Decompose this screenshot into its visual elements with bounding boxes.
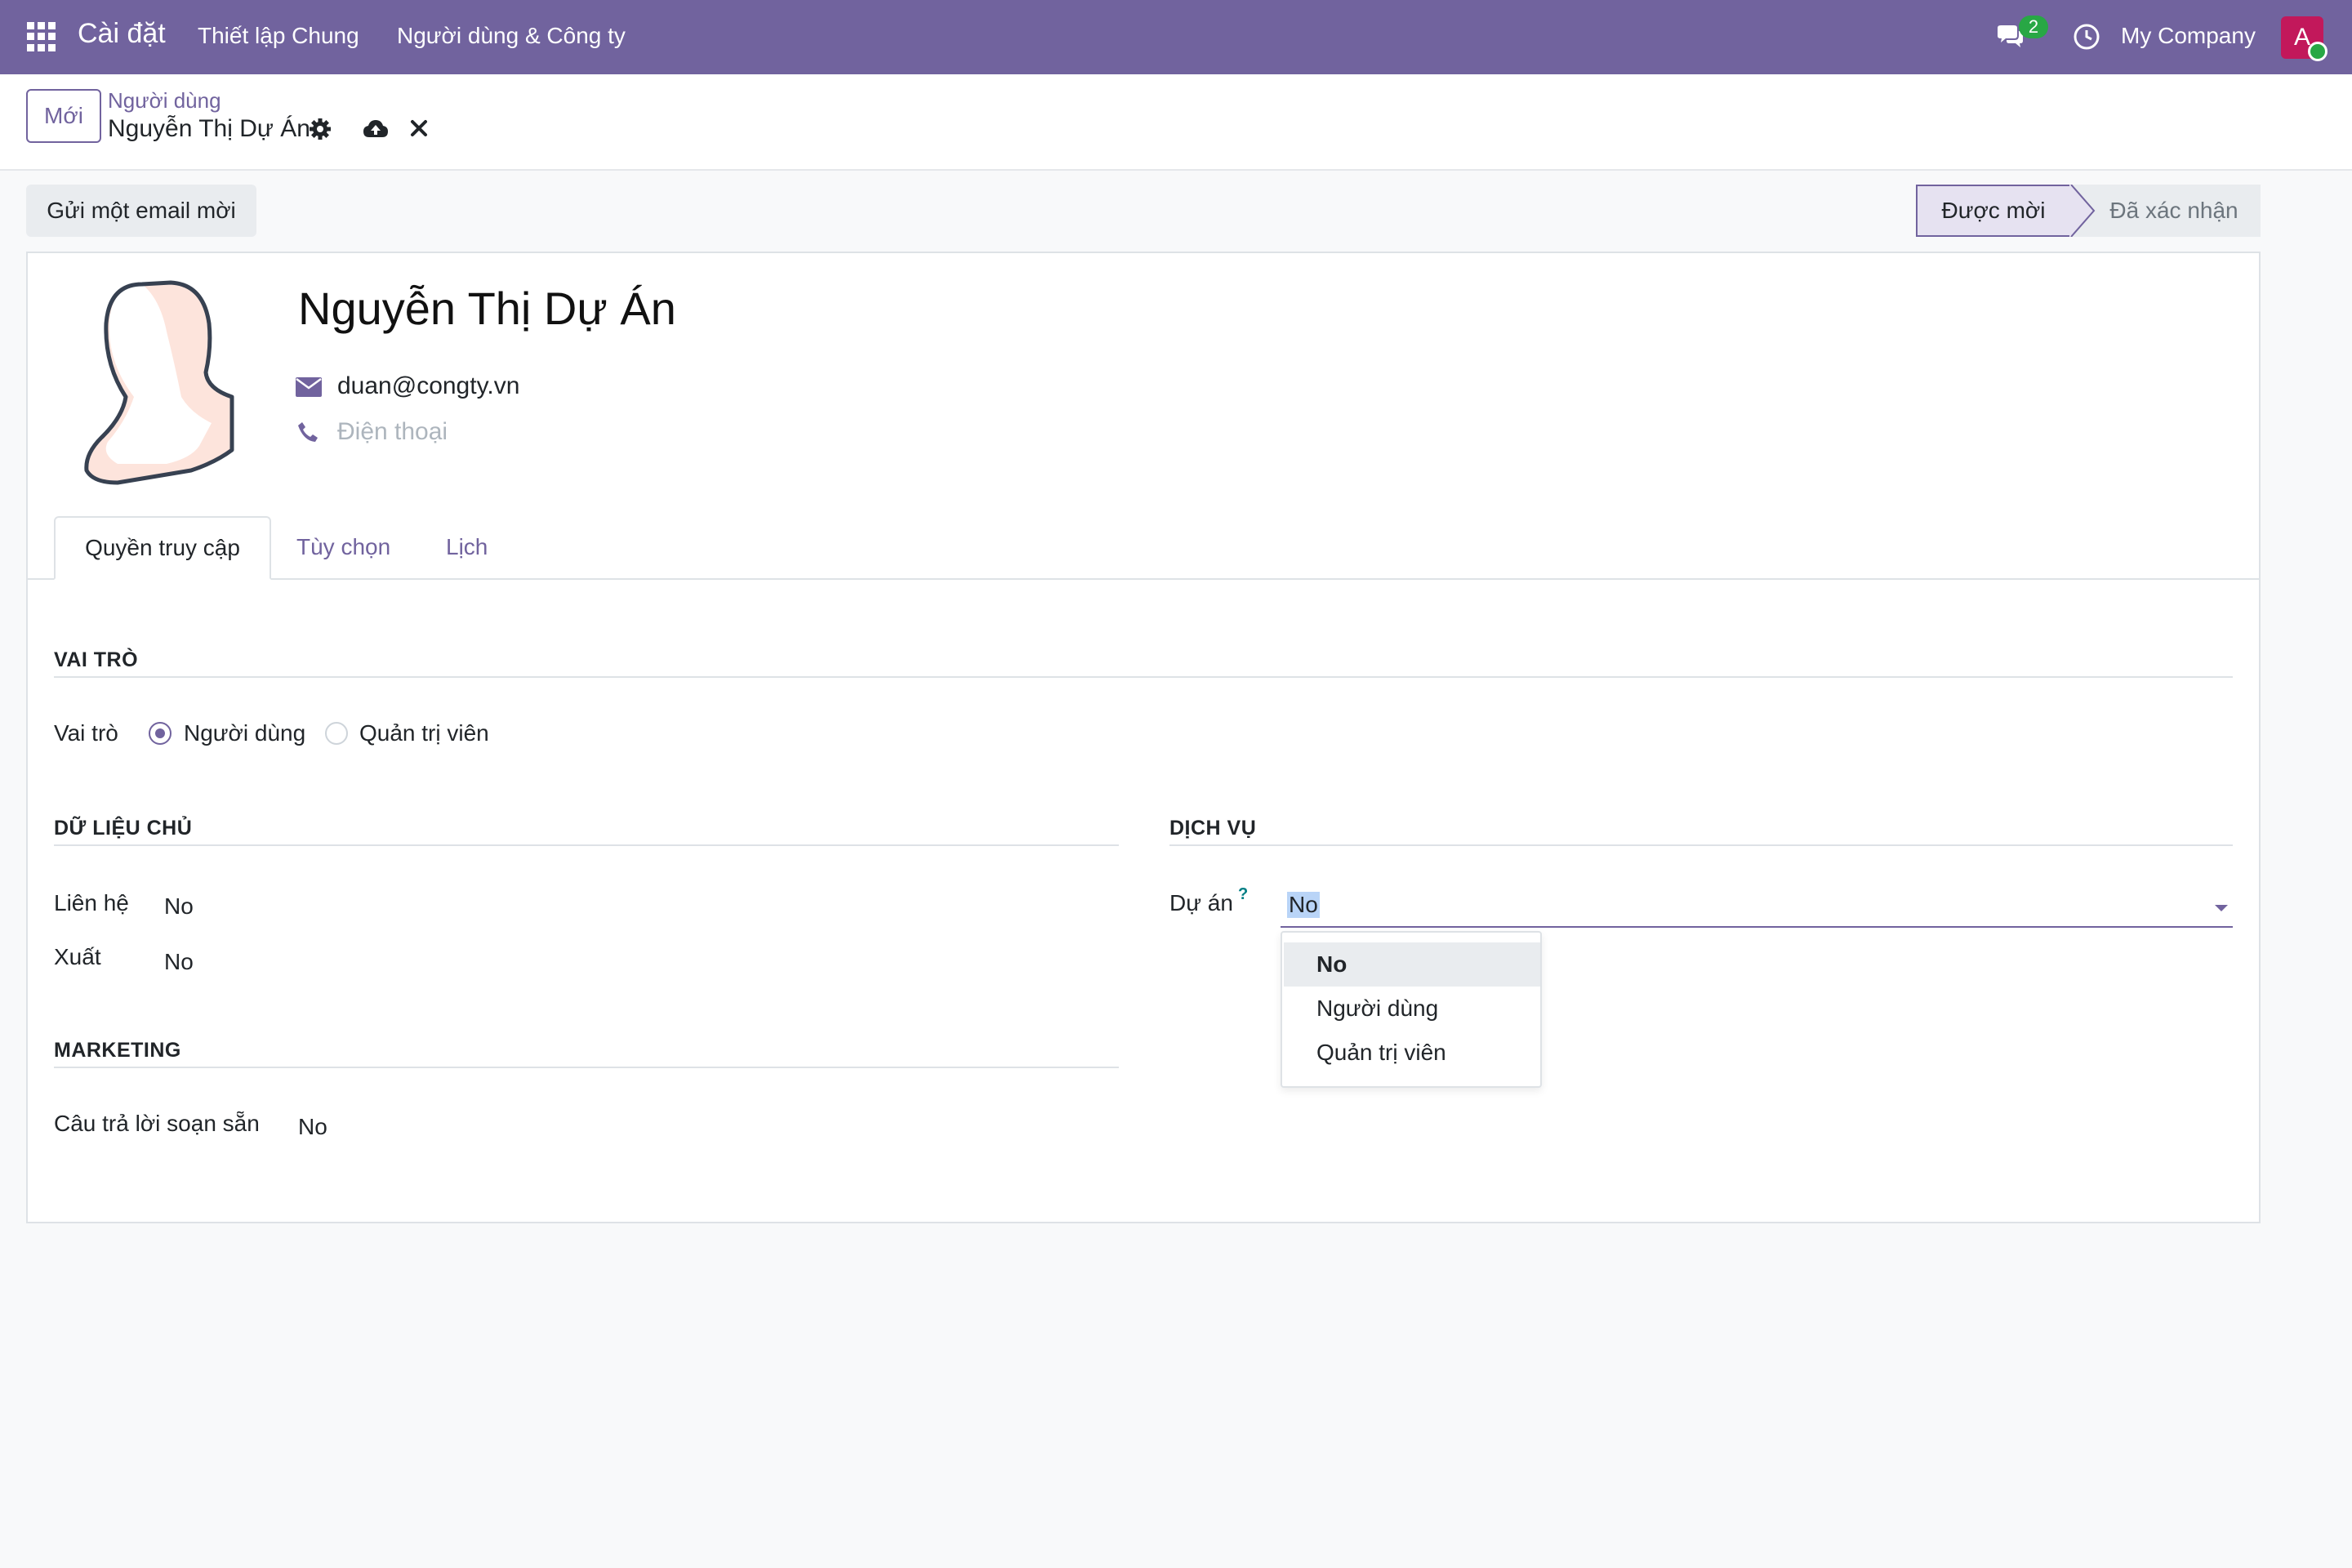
control-panel: Mới Người dùng Nguyễn Thị Dự Án <box>0 74 2352 171</box>
contacts-value[interactable]: No <box>164 893 194 920</box>
export-label: Xuất <box>54 944 101 969</box>
breadcrumb-current: Nguyễn Thị Dự Án <box>108 115 310 142</box>
phone-icon <box>298 422 318 442</box>
tab-access-rights[interactable]: Quyền truy cập <box>54 516 271 580</box>
section-divider <box>54 844 1119 846</box>
menu-general-settings[interactable]: Thiết lập Chung <box>198 23 359 49</box>
project-dropdown-menu: No Người dùng Quản trị viên <box>1281 931 1542 1088</box>
section-title-role: VAI TRÒ <box>54 648 139 671</box>
status-arrow <box>2069 185 2096 237</box>
section-title-master-data: DỮ LIỆU CHỦ <box>54 817 193 840</box>
radio-user[interactable] <box>149 722 172 745</box>
user-placeholder-image[interactable] <box>69 274 243 490</box>
cloud-save-icon[interactable] <box>363 118 389 140</box>
section-title-marketing: MARKETING <box>54 1039 181 1062</box>
breadcrumb-parent[interactable]: Người dùng <box>108 88 221 114</box>
canned-responses-value[interactable]: No <box>298 1114 327 1140</box>
tab-preferences[interactable]: Tùy chọn <box>296 534 390 560</box>
new-button[interactable]: Mới <box>26 89 101 143</box>
status-confirmed[interactable]: Đã xác nhận <box>2071 185 2261 237</box>
dropdown-option-no[interactable]: No <box>1284 942 1540 987</box>
clock-icon[interactable] <box>2073 23 2100 51</box>
envelope-icon <box>296 377 322 397</box>
radio-user-label[interactable]: Người dùng <box>184 720 305 746</box>
radio-admin[interactable] <box>325 722 348 745</box>
menu-users-companies[interactable]: Người dùng & Công ty <box>397 23 626 49</box>
canned-responses-label: Câu trả lời soạn sẵn <box>54 1111 260 1136</box>
status-bar: Đã xác nhận Được mời <box>1916 185 2261 237</box>
project-label: Dự án <box>1169 890 1233 915</box>
phone-field[interactable]: Điện thoại <box>337 418 448 446</box>
section-divider <box>54 676 2233 678</box>
apps-menu-icon[interactable] <box>27 22 56 51</box>
section-divider <box>54 1067 1119 1068</box>
section-title-services: DỊCH VỤ <box>1169 817 1257 840</box>
tabs-divider <box>28 578 2261 580</box>
project-select-value[interactable]: No <box>1287 892 1320 918</box>
user-name-field[interactable]: Nguyễn Thị Dự Án <box>298 282 676 335</box>
online-status-dot <box>2308 42 2328 61</box>
help-tooltip-icon[interactable]: ? <box>1238 885 1248 904</box>
email-field[interactable]: duan@congty.vn <box>337 372 519 400</box>
contacts-label: Liên hệ <box>54 890 129 915</box>
role-label: Vai trò <box>54 720 118 746</box>
chat-count-badge: 2 <box>2019 16 2048 38</box>
section-divider <box>1169 844 2233 846</box>
send-invite-button[interactable]: Gửi một email mời <box>26 185 256 237</box>
top-navbar: Cài đặt Thiết lập Chung Người dùng & Côn… <box>0 0 2352 74</box>
gear-icon[interactable] <box>309 118 332 140</box>
chevron-down-icon[interactable] <box>2215 905 2228 911</box>
radio-admin-label[interactable]: Quản trị viên <box>359 720 489 746</box>
dropdown-option-user[interactable]: Người dùng <box>1284 987 1540 1031</box>
dropdown-option-admin[interactable]: Quản trị viên <box>1284 1031 1540 1075</box>
app-name[interactable]: Cài đặt <box>78 18 166 50</box>
status-invited[interactable]: Được mời <box>1916 185 2071 237</box>
project-access-select[interactable]: No <box>1281 887 2233 928</box>
tab-calendar[interactable]: Lịch <box>446 534 488 560</box>
export-value[interactable]: No <box>164 949 194 975</box>
discard-icon[interactable] <box>410 119 428 137</box>
company-switcher[interactable]: My Company <box>2121 23 2256 49</box>
